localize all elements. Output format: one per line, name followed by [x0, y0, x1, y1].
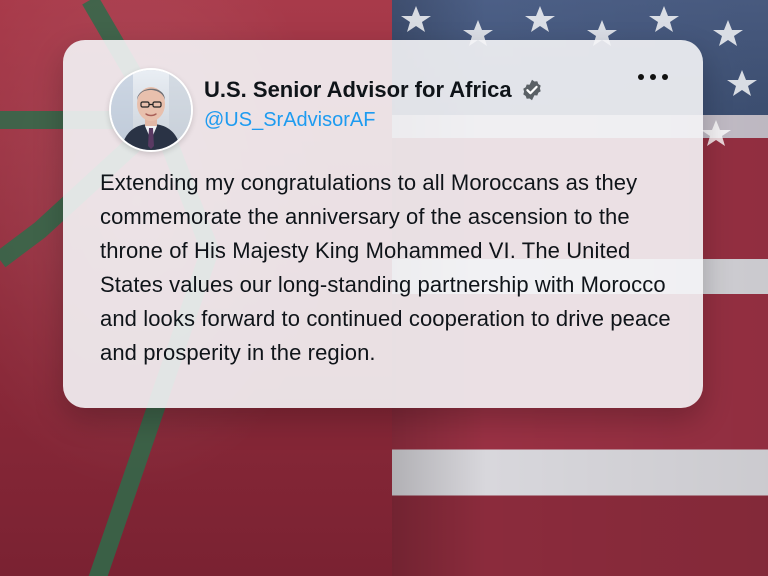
star-3	[525, 6, 555, 32]
more-options-button[interactable]	[629, 62, 677, 92]
more-options-icon-dot	[662, 74, 668, 80]
star-8	[727, 70, 757, 96]
star-6	[713, 20, 743, 46]
display-name[interactable]: U.S. Senior Advisor for Africa	[204, 77, 512, 103]
star-1	[401, 6, 431, 32]
star-5	[649, 6, 679, 32]
star-7	[701, 120, 731, 146]
tweet-card[interactable]: U.S. Senior Advisor for Africa @US_SrAdv…	[63, 40, 703, 408]
more-options-icon-dot	[650, 74, 656, 80]
more-options-icon	[638, 74, 644, 80]
verified-badge-icon	[522, 79, 541, 101]
author-row: U.S. Senior Advisor for Africa	[204, 77, 544, 103]
tweet-text: Extending my congratulations to all Moro…	[100, 170, 671, 365]
handle[interactable]: @US_SrAdvisorAF	[204, 108, 375, 132]
profile-photo	[111, 70, 191, 150]
avatar[interactable]	[109, 68, 193, 152]
